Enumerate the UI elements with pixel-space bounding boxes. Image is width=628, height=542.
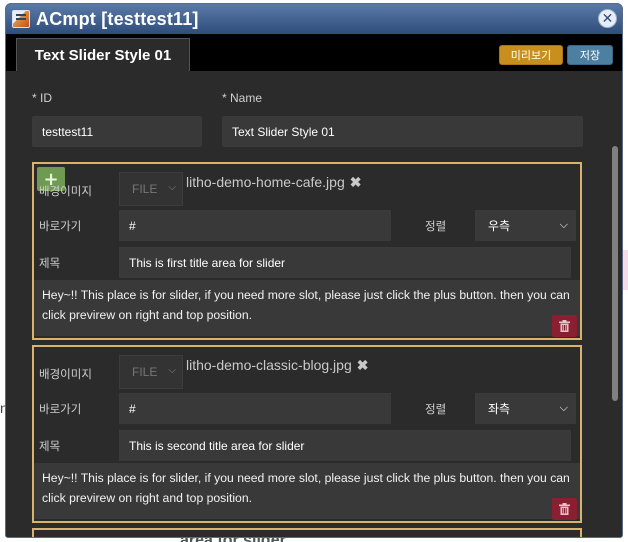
file-name: litho-demo-classic-blog.jpg ✖ <box>186 357 368 374</box>
file-name-text: litho-demo-classic-blog.jpg <box>186 357 352 373</box>
id-label: * ID <box>32 91 53 105</box>
title-input[interactable]: This is second title area for slider <box>119 430 571 461</box>
background-image-label: 배경이미지 <box>39 186 92 198</box>
close-button[interactable]: ✕ <box>598 9 617 28</box>
delete-slot-button[interactable] <box>552 315 577 337</box>
vertical-scrollbar[interactable] <box>612 146 618 401</box>
name-input[interactable]: Text Slider Style 01 <box>222 116 583 147</box>
link-input[interactable]: # <box>119 393 391 424</box>
align-select[interactable]: 좌측 ⌵ <box>475 393 576 424</box>
link-input[interactable]: # <box>119 210 391 241</box>
delete-slot-button[interactable] <box>552 498 577 520</box>
close-icon: ✕ <box>601 10 614 27</box>
align-label: 정렬 <box>425 221 447 233</box>
title-input[interactable]: This is first title area for slider <box>119 247 571 278</box>
window-title: ACmpt [testtest11] <box>36 8 199 29</box>
preview-button[interactable]: 미리보기 <box>499 45 563 65</box>
title-bar[interactable]: ACmpt [testtest11] ✕ <box>6 4 622 34</box>
component-dialog: ACmpt [testtest11] ✕ Text Slider Style 0… <box>5 3 623 538</box>
file-select-button[interactable]: FILE ⌵ <box>119 355 183 389</box>
link-label: 바로가기 <box>39 404 82 416</box>
title-label: 제목 <box>39 441 61 453</box>
save-button[interactable]: 저장 <box>567 45 613 65</box>
slide-slot <box>32 528 582 537</box>
dialog-content: * ID testtest11 * Name Text Slider Style… <box>6 71 622 537</box>
chevron-down-icon: ⌵ <box>168 182 176 193</box>
trash-icon <box>559 320 570 332</box>
chevron-down-icon: ⌵ <box>168 365 176 376</box>
slide-slot: 배경이미지 FILE ⌵ litho-demo-classic-blog.jpg… <box>32 345 582 523</box>
trash-icon <box>559 503 570 515</box>
file-select-button[interactable]: FILE ⌵ <box>119 172 183 206</box>
id-input[interactable]: testtest11 <box>32 116 202 147</box>
align-label: 정렬 <box>425 404 447 416</box>
file-button-label: FILE <box>132 182 158 196</box>
slide-slot: + 배경이미지 FILE ⌵ litho-demo-home-cafe.jpg ✖… <box>32 162 582 340</box>
align-value: 좌측 <box>488 402 511 416</box>
background-image-label: 배경이미지 <box>39 369 92 381</box>
name-label: * Name <box>222 91 263 105</box>
file-name: litho-demo-home-cafe.jpg ✖ <box>186 174 361 191</box>
file-name-text: litho-demo-home-cafe.jpg <box>186 174 345 190</box>
title-label: 제목 <box>39 258 61 270</box>
tab-text-slider-style[interactable]: Text Slider Style 01 <box>16 38 190 72</box>
align-select[interactable]: 우측 ⌵ <box>475 210 576 241</box>
remove-file-icon[interactable]: ✖ <box>357 357 369 373</box>
app-window-icon <box>12 10 30 28</box>
link-label: 바로가기 <box>39 221 82 233</box>
description-textarea[interactable]: Hey~!! This place is for slider, if you … <box>34 280 580 336</box>
align-value: 우측 <box>488 219 511 233</box>
file-button-label: FILE <box>132 365 158 379</box>
chevron-down-icon: ⌵ <box>559 402 568 414</box>
remove-file-icon[interactable]: ✖ <box>350 174 362 190</box>
description-textarea[interactable]: Hey~!! This place is for slider, if you … <box>34 463 580 519</box>
tab-bar: Text Slider Style 01 미리보기 저장 <box>6 34 622 72</box>
chevron-down-icon: ⌵ <box>559 219 568 231</box>
